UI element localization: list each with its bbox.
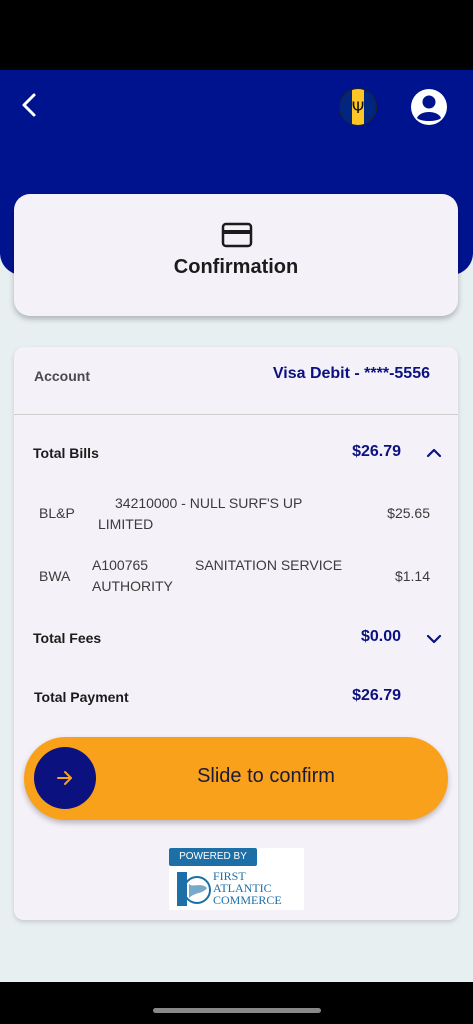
divider xyxy=(14,414,458,415)
bill-description-line2: AUTHORITY xyxy=(92,578,173,594)
bill-code: BWA xyxy=(39,568,71,584)
barbados-flag-icon: Ψ xyxy=(351,89,365,125)
trident-symbol: Ψ xyxy=(351,97,365,117)
total-bills-value: $26.79 xyxy=(352,443,401,460)
credit-card-icon xyxy=(221,222,253,248)
arrow-right-icon xyxy=(57,771,72,785)
page-title: Confirmation xyxy=(173,256,299,278)
chevron-left-icon xyxy=(22,93,36,117)
bill-code: BL&P xyxy=(39,505,75,521)
slider-handle[interactable] xyxy=(34,747,96,809)
bill-amount: $1.14 xyxy=(394,568,430,584)
bill-description-line1: SANITATION SERVICE xyxy=(195,557,343,573)
powered-by-badge: POWERED BY xyxy=(169,848,257,866)
payment-summary-card: Account Visa Debit - ****-5556 Total Bil… xyxy=(14,347,458,920)
account-label: Account xyxy=(34,368,90,384)
total-fees-value: $0.00 xyxy=(360,628,401,645)
home-indicator[interactable] xyxy=(153,1008,321,1013)
country-flag-button[interactable]: Ψ xyxy=(339,88,377,126)
bill-description-line1: 34210000 - NULL SURF'S UP xyxy=(115,495,303,511)
navigation-bar xyxy=(0,982,473,1024)
chevron-down-icon[interactable] xyxy=(426,631,442,647)
title-card: Confirmation xyxy=(14,194,458,316)
bill-description-line2: LIMITED xyxy=(98,516,154,532)
back-button[interactable] xyxy=(12,88,46,122)
slider-label: Slide to confirm xyxy=(197,765,335,787)
account-value: Visa Debit - ****-5556 xyxy=(272,365,430,382)
user-circle-icon xyxy=(411,89,447,125)
chevron-up-icon[interactable] xyxy=(426,445,442,461)
globe-logo-icon xyxy=(177,872,211,906)
total-bills-label: Total Bills xyxy=(33,445,99,461)
company-line: COMMERCE xyxy=(213,893,282,907)
status-bar xyxy=(0,0,473,70)
powered-by-company: FIRST ATLANTIC COMMERCE xyxy=(213,870,282,906)
profile-button[interactable] xyxy=(410,88,448,126)
total-payment-value: $26.79 xyxy=(352,687,401,704)
bill-amount: $25.65 xyxy=(387,505,430,521)
total-fees-label: Total Fees xyxy=(33,630,102,646)
slide-to-confirm[interactable]: Slide to confirm xyxy=(24,737,448,820)
powered-by-logo: POWERED BY FIRST ATLANTIC COMMERCE xyxy=(169,848,304,910)
total-payment-label: Total Payment xyxy=(34,689,129,705)
bill-description-line1: A100765 xyxy=(92,557,149,573)
